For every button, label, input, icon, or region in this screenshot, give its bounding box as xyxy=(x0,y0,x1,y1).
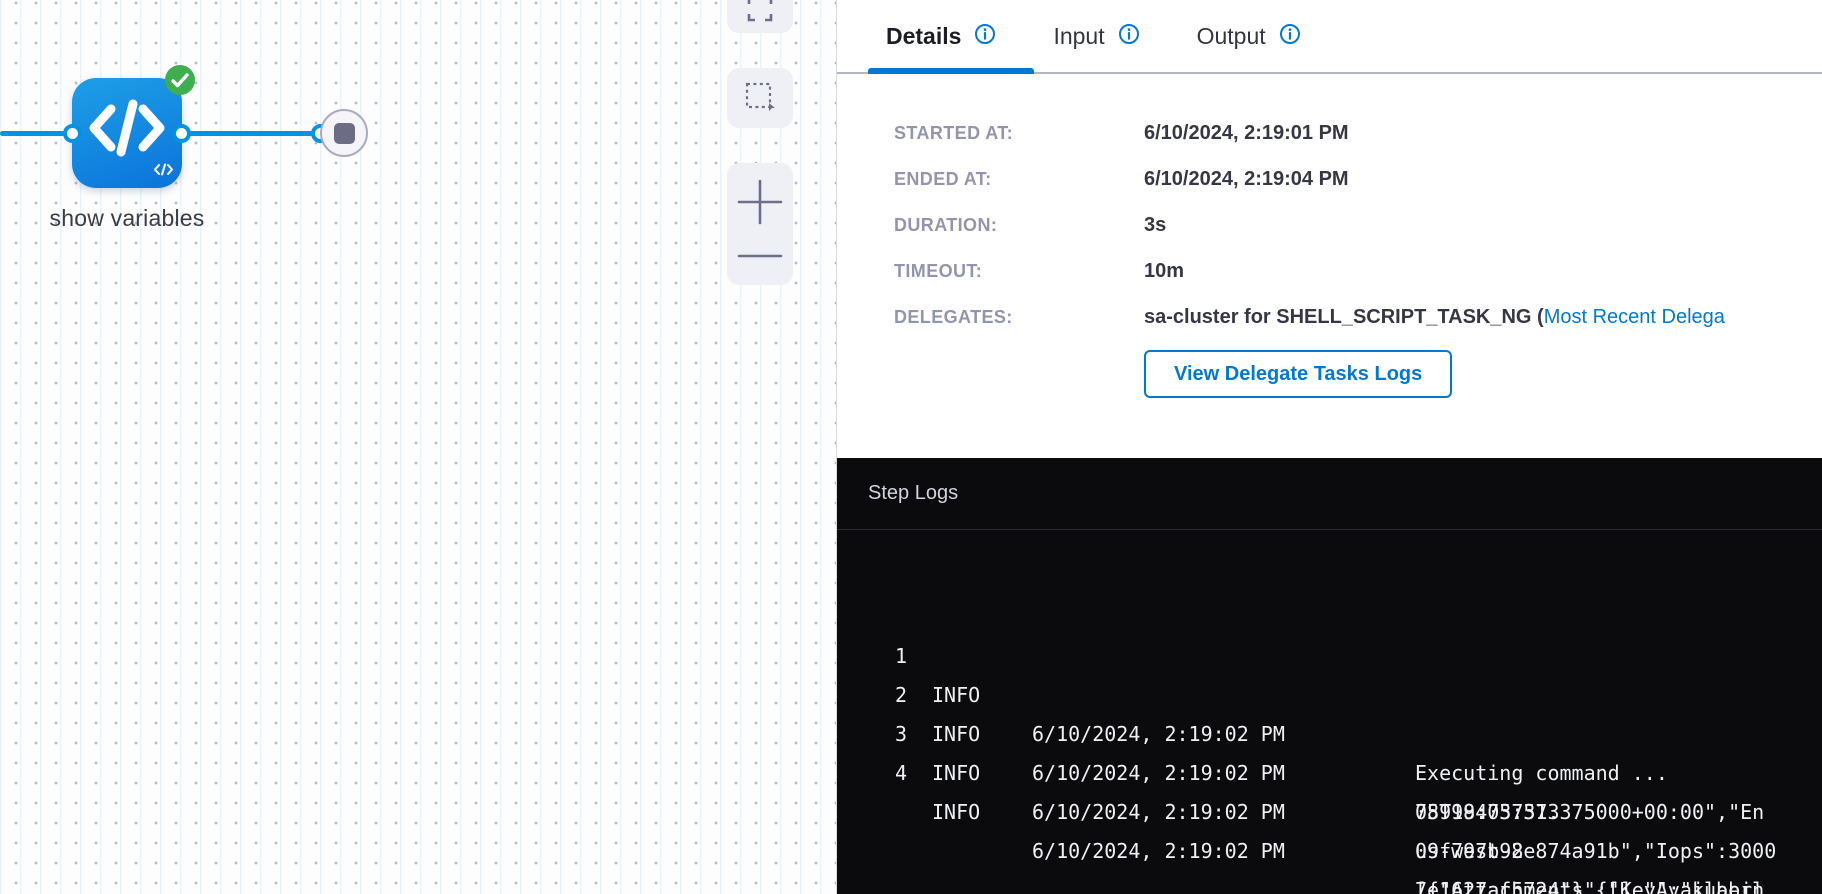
code-icon xyxy=(89,99,165,162)
fit-view-button[interactable] xyxy=(727,0,793,33)
field-label: DELEGATES: xyxy=(894,307,1144,328)
log-row-wrapped: 08T19:05:51.375000+00:00","En xyxy=(837,754,1822,793)
active-tab-underline xyxy=(868,68,1034,74)
tab-details[interactable]: Details xyxy=(886,23,996,50)
step-node-show-variables[interactable] xyxy=(72,78,182,188)
log-row: 3 INFO 6/10/2024, 2:19:02 PM us-west-2 xyxy=(837,676,1822,715)
node-port-out[interactable] xyxy=(172,124,191,143)
log-row: 1 INFO 6/10/2024, 2:19:02 PM Executing c… xyxy=(837,598,1822,637)
tab-details-label: Details xyxy=(886,23,961,50)
log-row-wrapped: 7e1627af5724"},{"Key":"kubern xyxy=(837,832,1822,871)
stop-icon xyxy=(334,123,355,144)
tab-output-label: Output xyxy=(1197,23,1266,50)
shell-script-icon xyxy=(154,163,173,181)
detail-row-delegates: DELEGATES: sa-cluster for SHELL_SCRIPT_T… xyxy=(894,294,1822,340)
edge-outgoing xyxy=(178,131,326,136)
zoom-out-icon[interactable] xyxy=(737,248,783,263)
step-logs-header: Step Logs xyxy=(837,458,1822,530)
field-label: ENDED AT: xyxy=(894,169,1144,190)
info-icon[interactable] xyxy=(1279,23,1301,50)
pipeline-execution-view: show variables xyxy=(0,0,1822,894)
fit-view-icon xyxy=(746,0,774,26)
info-icon[interactable] xyxy=(974,23,996,50)
step-logs-console: Step Logs 1 INFO 6/10/2024, 2:19:02 PM E… xyxy=(837,458,1822,894)
zoom-in-icon[interactable] xyxy=(737,179,783,228)
tab-bar: Details Input xyxy=(837,0,1822,74)
log-lines[interactable]: 1 INFO 6/10/2024, 2:19:02 PM Executing c… xyxy=(837,530,1822,894)
field-value: 10m xyxy=(1144,260,1184,283)
marquee-select-icon xyxy=(743,80,777,117)
detail-row-duration: DURATION: 3s xyxy=(894,202,1822,248)
log-row: 2 INFO 6/10/2024, 2:19:02 PM 75998473737… xyxy=(837,637,1822,676)
success-check-icon xyxy=(165,65,195,95)
log-row: 4 INFO 6/10/2024, 2:19:02 PM [{"Attachme… xyxy=(837,715,1822,754)
detail-row-started: STARTED AT: 6/10/2024, 2:19:01 PM xyxy=(894,110,1822,156)
tab-output[interactable]: Output xyxy=(1197,23,1301,50)
info-icon[interactable] xyxy=(1118,23,1140,50)
field-value: sa-cluster for SHELL_SCRIPT_TASK_NG ( xyxy=(1144,306,1544,329)
detail-row-ended: ENDED AT: 6/10/2024, 2:19:04 PM xyxy=(894,156,1822,202)
field-label: TIMEOUT: xyxy=(894,261,1144,282)
tab-input-label: Input xyxy=(1053,23,1104,50)
field-label: DURATION: xyxy=(894,215,1144,236)
step-logs-title: Step Logs xyxy=(868,482,958,505)
view-delegate-tasks-logs-button[interactable]: View Delegate Tasks Logs xyxy=(1144,350,1452,398)
most-recent-delegate-link[interactable]: Most Recent Delega xyxy=(1544,306,1725,329)
field-label: STARTED AT: xyxy=(894,123,1144,144)
details-section: STARTED AT: 6/10/2024, 2:19:01 PM ENDED … xyxy=(837,74,1822,398)
zoom-controls[interactable] xyxy=(727,163,793,285)
pipeline-canvas[interactable]: show variables xyxy=(0,0,836,894)
field-value: 6/10/2024, 2:19:04 PM xyxy=(1144,168,1349,191)
node-label: show variables xyxy=(5,205,249,232)
log-row-wrapped: 09f797b98e874a91b","Iops":3000 xyxy=(837,793,1822,832)
log-row-wrapped: {"Key":"kubernetes.io/create xyxy=(837,871,1822,894)
node-port-in[interactable] xyxy=(63,124,82,143)
tab-input[interactable]: Input xyxy=(1053,23,1139,50)
stop-node[interactable] xyxy=(320,109,368,157)
field-value: 3s xyxy=(1144,214,1166,237)
step-details-panel: Details Input xyxy=(836,0,1822,894)
detail-row-timeout: TIMEOUT: 10m xyxy=(894,248,1822,294)
marquee-select-button[interactable] xyxy=(727,68,793,128)
field-value: 6/10/2024, 2:19:01 PM xyxy=(1144,122,1349,145)
